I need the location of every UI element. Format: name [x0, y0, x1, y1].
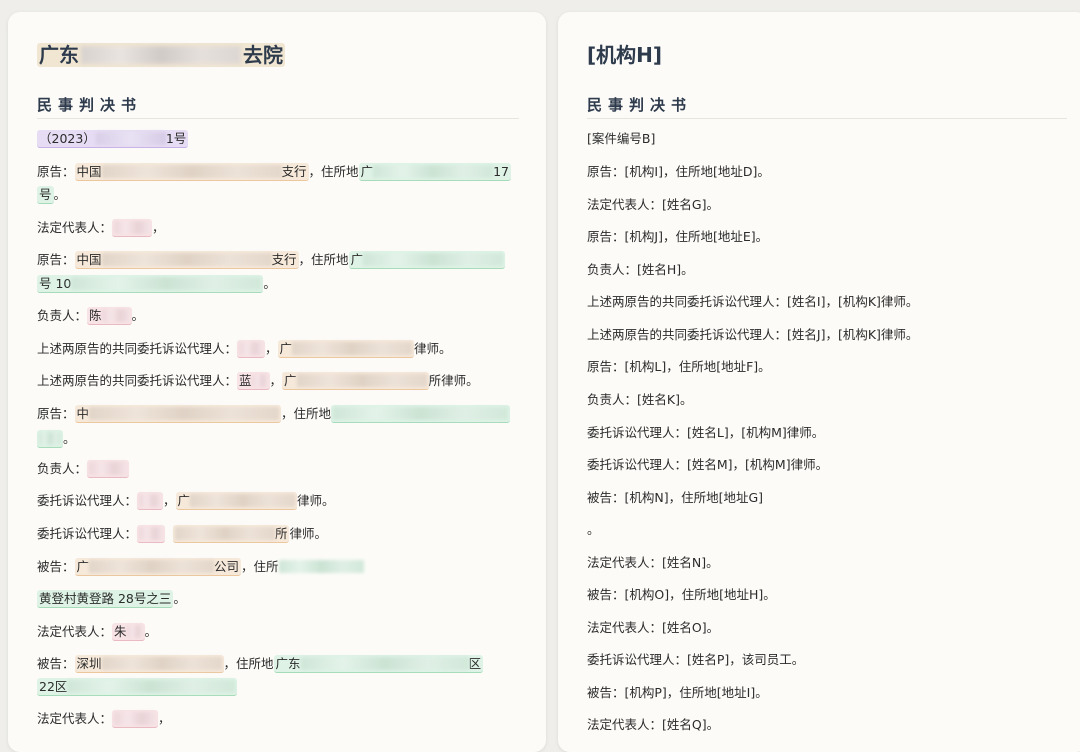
plaintiff-2-line: 原告： 中国 支行 ，住所地广: [37, 251, 506, 269]
defendant-1-line-end: 。: [587, 522, 600, 537]
agent-3-line: 委托诉讼代理人：[姓名L]，[机构M]律师。: [587, 425, 825, 440]
org-highlight: 中国 支行: [74, 163, 309, 181]
redacted-blur: [81, 46, 241, 64]
document-subtitle: 民事判决书: [587, 96, 693, 114]
court-name-highlight: 广东 去院: [37, 43, 285, 67]
plaintiff-3-line-cont: 。: [37, 430, 76, 448]
legal-rep-3-line: 法定代表人：[姓名O]。: [587, 620, 720, 635]
defendant-2-line: 被告：[机构O]，住所地[地址H]。: [587, 587, 776, 602]
plaintiff-2-line-cont: 号 10。: [37, 275, 276, 293]
divider: [587, 118, 1067, 119]
agent-4-line: 委托诉讼代理人：[姓名M]，[机构M]律师。: [587, 457, 829, 472]
person-highlight: [112, 219, 153, 237]
legal-rep-3-line: 法定代表人：，: [37, 710, 171, 728]
defendant-2-line: 被告： 深圳 ，住所地 广东区: [37, 655, 484, 673]
plaintiff-3-line: 原告：[机构L]，住所地[地址F]。: [587, 359, 771, 374]
case-number-line: [案件编号B]: [587, 131, 656, 146]
agent-1-line: 上述两原告的共同委托诉讼代理人：，广律师。: [37, 340, 452, 358]
plaintiff-2-line: 原告：[机构J]，住所地[地址E]。: [587, 229, 769, 244]
legal-rep-1-line: 法定代表人：，: [37, 219, 165, 237]
defendant-2-line-cont: 22区: [37, 678, 238, 696]
address-highlight: 广 17: [358, 163, 511, 181]
legal-rep-4-line: 法定代表人：[姓名Q]。: [587, 717, 720, 732]
legal-rep-2-line: 法定代表人：[姓名N]。: [587, 555, 719, 570]
plaintiff-1-line: 原告：[机构I]，住所地[地址D]。: [587, 164, 770, 179]
original-document-panel: 广东 去院 民事判决书 （2023） 1号 原告： 中国 支行 ，住所地广 17 号。 法定…: [8, 12, 546, 752]
defendant-1-line: 被告：广公司 ，住所: [37, 558, 364, 576]
defendant-3-line: 被告：[机构P]，住所地[地址I]。: [587, 685, 768, 700]
responsible-person-1-line: 负责人：陈。: [37, 307, 145, 325]
agent-2-line: 上述两原告的共同委托诉讼代理人：蓝，广所律师。: [37, 372, 479, 390]
defendant-1-address-line: 黄登村黄登路 28号之三。: [37, 590, 186, 608]
agent-1-line: 上述两原告的共同委托诉讼代理人：[姓名I]，[机构K]律师。: [587, 294, 919, 309]
court-title-anonymized: [机构H]: [587, 43, 663, 67]
responsible-person-1-line: 负责人：[姓名H]。: [587, 262, 694, 277]
document-subtitle: 民事判决书: [37, 96, 143, 114]
legal-rep-2-line: 法定代表人：朱。: [37, 623, 158, 641]
plaintiff-1-line: 原告： 中国 支行 ，住所地广 17: [37, 163, 511, 181]
court-title: 广东 去院: [37, 42, 285, 68]
plaintiff-3-line: 原告：中，住所地: [37, 405, 511, 423]
plaintiff-1-line-cont: 号。: [37, 186, 67, 204]
responsible-person-2-line: 负责人：: [37, 460, 130, 478]
agent-3-line: 委托诉讼代理人：，广律师。: [37, 492, 335, 510]
agent-2-line: 上述两原告的共同委托诉讼代理人：[姓名J]，[机构K]律师。: [587, 327, 919, 342]
anonymized-document-panel: [机构H] 民事判决书 [案件编号B] 原告：[机构I]，住所地[地址D]。 法…: [558, 12, 1080, 752]
divider: [37, 118, 519, 119]
agent-5-line: 委托诉讼代理人：[姓名P]，该司员工。: [587, 652, 805, 667]
agent-4-line: 委托诉讼代理人： 所律师。: [37, 525, 327, 543]
case-number-highlight: （2023） 1号: [37, 130, 189, 148]
defendant-1-line: 被告：[机构N]，住所地[地址G]: [587, 490, 764, 505]
responsible-person-2-line: 负责人：[姓名K]。: [587, 392, 693, 407]
legal-rep-1-line: 法定代表人：[姓名G]。: [587, 197, 719, 212]
case-number-line: （2023） 1号: [37, 130, 189, 148]
